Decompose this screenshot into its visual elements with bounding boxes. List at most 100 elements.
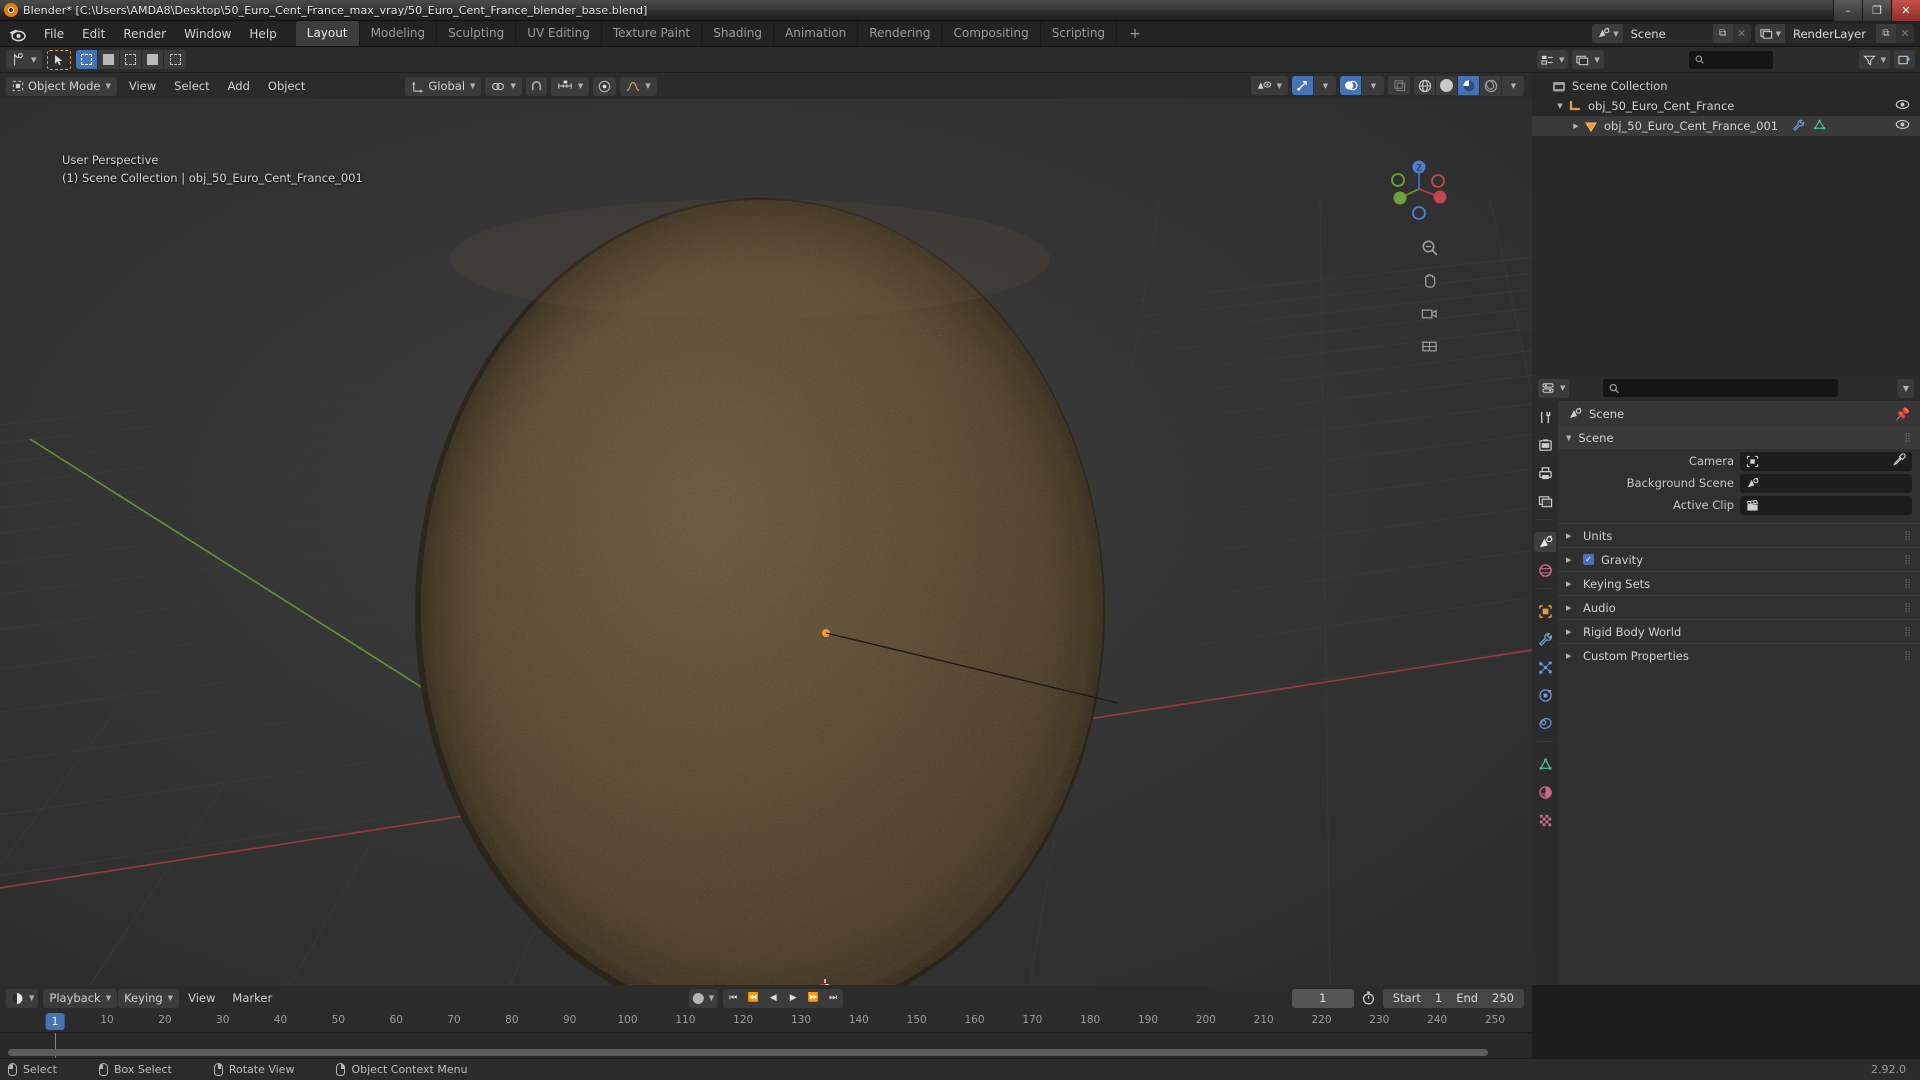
active-tool-icon[interactable]: ▼ (6, 50, 43, 69)
menu-file[interactable]: File (35, 24, 73, 44)
properties-tab-world[interactable] (1534, 560, 1556, 580)
current-frame-field[interactable]: 1 (1291, 988, 1354, 1008)
jump-to-end-button[interactable]: ⏭ (823, 989, 843, 1008)
timeline-horizontal-scrollbar[interactable] (8, 1049, 1488, 1056)
pin-icon[interactable]: 📌 (1895, 407, 1910, 421)
properties-tab-view-layer[interactable] (1534, 491, 1556, 511)
editor-type-properties-icon[interactable]: ▼ (1538, 378, 1570, 398)
navigation-axis-gizmo[interactable]: Z (1384, 154, 1454, 224)
chevron-right-icon[interactable]: ▶ (1566, 604, 1576, 612)
properties-tab-constraints[interactable] (1534, 713, 1556, 733)
properties-tab-texture[interactable] (1534, 810, 1556, 830)
select-extend-icon[interactable] (98, 50, 121, 69)
viewport-menu-object[interactable]: Object (260, 76, 313, 96)
property-field-background-scene[interactable] (1740, 473, 1912, 493)
properties-tab-material[interactable] (1534, 782, 1556, 802)
properties-tab-particles[interactable] (1534, 657, 1556, 677)
proportional-falloff-dropdown[interactable]: ▼ (620, 76, 657, 96)
view-layer-icon[interactable]: ▼ (1754, 24, 1785, 43)
property-section-rigid-body-world[interactable]: ▶ Rigid Body World ⣿ (1558, 619, 1920, 643)
scene-datablock-selector[interactable]: ▼ Scene ⧉ ✕ (1592, 24, 1751, 43)
shading-settings-dropdown[interactable]: ▼ (1502, 76, 1524, 95)
workspace-tab-rendering[interactable]: Rendering (858, 21, 943, 46)
select-subtract-icon[interactable] (120, 50, 143, 69)
camera-view-icon[interactable] (1419, 303, 1440, 324)
toggle-xray-icon[interactable] (1388, 76, 1410, 95)
visibility-eye-icon[interactable] (1895, 119, 1910, 133)
shading-solid-icon[interactable] (1436, 76, 1458, 95)
object-visibility-icon[interactable]: ▼ (1250, 76, 1288, 95)
shading-rendered-icon[interactable] (1480, 76, 1502, 95)
toggle-ortho-icon[interactable] (1419, 336, 1440, 357)
chevron-down-icon[interactable]: ▼ (1554, 102, 1566, 110)
properties-tab-tool[interactable] (1534, 407, 1556, 427)
pan-hand-icon[interactable] (1419, 270, 1440, 291)
property-section-gravity[interactable]: ▶ ✓ Gravity ⣿ (1558, 547, 1920, 571)
show-gizmo-icon[interactable] (1292, 76, 1314, 95)
properties-tab-object[interactable] (1534, 601, 1556, 621)
viewport-menu-add[interactable]: Add (220, 76, 258, 96)
property-section-audio[interactable]: ▶ Audio ⣿ (1558, 595, 1920, 619)
properties-tab-output[interactable] (1534, 463, 1556, 483)
chevron-right-icon[interactable]: ▶ (1570, 122, 1582, 130)
scene-icon[interactable]: ▼ (1592, 24, 1623, 43)
timeline-track-area[interactable] (0, 1033, 1532, 1058)
snap-target-dropdown[interactable]: ▼ (485, 76, 522, 96)
outliner-search-input[interactable] (1689, 50, 1773, 69)
stopwatch-icon[interactable] (1358, 989, 1379, 1008)
outliner-row-obj_50_euro_cent_france_001[interactable]: ▶ obj_50_Euro_Cent_France_001 (1532, 116, 1920, 136)
select-mode-group[interactable] (76, 50, 187, 69)
viewlayer-name[interactable]: RenderLayer (1784, 24, 1876, 43)
menu-window[interactable]: Window (175, 24, 240, 44)
editor-type-outliner-icon[interactable]: ▼ (1537, 50, 1569, 69)
property-section-units[interactable]: ▶ Units ⣿ (1558, 523, 1920, 547)
chevron-right-icon[interactable]: ▶ (1566, 532, 1576, 540)
zoom-icon[interactable] (1419, 237, 1440, 258)
object-mode-dropdown[interactable]: Object Mode ▼ (6, 76, 117, 96)
chevron-right-icon[interactable]: ▶ (1566, 580, 1576, 588)
transform-orientation-dropdown[interactable]: Global ▼ (405, 76, 482, 96)
chevron-right-icon[interactable]: ▶ (1566, 652, 1576, 660)
shading-mode-group[interactable]: ▼ (1414, 76, 1524, 95)
scene-panel-header[interactable]: ▼ Scene ⣿ (1558, 427, 1920, 449)
modifier-wrench-icon[interactable] (1792, 119, 1805, 134)
select-difference-icon[interactable] (164, 50, 186, 69)
auto-keying-icon[interactable]: ▼ (688, 988, 719, 1008)
timeline-menu-playback[interactable]: Playback ▼ (43, 988, 118, 1008)
outliner-search-field[interactable] (1708, 53, 1773, 66)
workspace-tab-scripting[interactable]: Scripting (1041, 21, 1118, 46)
workspace-tab-uv-editing[interactable]: UV Editing (516, 21, 602, 46)
viewport-menu-view[interactable]: View (121, 76, 164, 96)
snap-increment-dropdown[interactable]: ▼ (550, 76, 590, 96)
scene-unlink-icon[interactable]: ✕ (1732, 24, 1751, 43)
workspace-tab-modeling[interactable]: Modeling (360, 21, 438, 46)
end-value[interactable]: 250 (1492, 991, 1514, 1005)
playback-buttons[interactable]: ⏮ ⏪ ◀ ▶ ⏩ ⏭ (723, 988, 844, 1008)
property-field-active-clip[interactable] (1740, 495, 1912, 515)
play-reverse-button[interactable]: ◀ (763, 989, 783, 1008)
visibility-eye-icon[interactable] (1895, 99, 1910, 113)
menu-render[interactable]: Render (114, 24, 175, 44)
outliner-row-obj_50_euro_cent_france[interactable]: ▼ obj_50_Euro_Cent_France (1532, 96, 1920, 116)
workspace-tab-compositing[interactable]: Compositing (942, 21, 1041, 46)
maximize-button[interactable]: ❐ (1862, 0, 1891, 21)
properties-tab-render[interactable] (1534, 435, 1556, 455)
scene-copy-icon[interactable]: ⧉ (1712, 24, 1733, 43)
select-intersect-icon[interactable] (142, 50, 165, 69)
timeline-ruler[interactable]: 10 20 30 40 50 60 70 80 90 100 110 120 130 140 150 160 1… (0, 1011, 1532, 1033)
shading-wireframe-icon[interactable] (1414, 76, 1436, 95)
new-collection-icon[interactable] (1894, 50, 1915, 69)
workspace-tab-shading[interactable]: Shading (702, 21, 774, 46)
property-field-camera[interactable] (1740, 451, 1912, 471)
menu-edit[interactable]: Edit (73, 24, 114, 44)
mesh-data-icon[interactable] (1813, 119, 1826, 134)
show-overlays-icon[interactable] (1340, 76, 1362, 95)
prev-keyframe-button[interactable]: ⏪ (743, 989, 763, 1008)
timeline-menu-keying[interactable]: Keying ▼ (118, 988, 180, 1008)
start-value[interactable]: 1 (1435, 991, 1442, 1005)
frame-range-fields[interactable]: Start 1 End 250 (1382, 988, 1524, 1008)
properties-tab-object-data[interactable] (1534, 754, 1556, 774)
menu-help[interactable]: Help (240, 24, 285, 44)
timeline-menu-view[interactable]: View (180, 988, 223, 1008)
properties-tab-physics[interactable] (1534, 685, 1556, 705)
